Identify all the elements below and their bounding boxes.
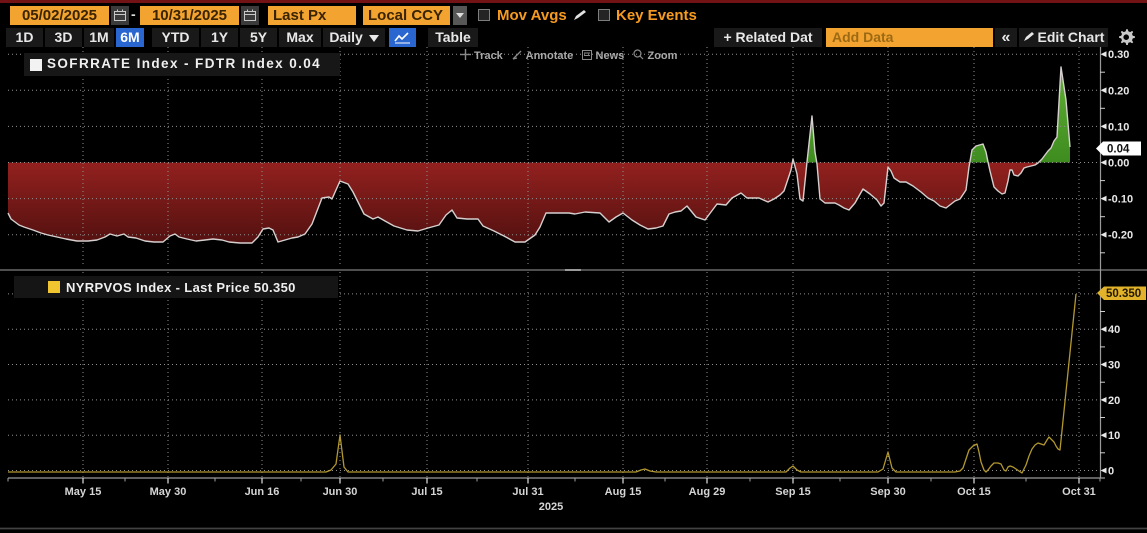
svg-text:Jun 30: Jun 30 — [323, 486, 358, 498]
svg-text:Sep 15: Sep 15 — [775, 486, 810, 498]
svg-text:Sep 30: Sep 30 — [870, 486, 905, 498]
svg-text:20: 20 — [1108, 395, 1120, 407]
svg-text:40: 40 — [1108, 324, 1120, 336]
svg-text:50.350: 50.350 — [1106, 288, 1141, 300]
svg-text:Aug 29: Aug 29 — [689, 486, 726, 498]
svg-text:-0.10: -0.10 — [1108, 194, 1133, 206]
svg-text:Jul 31: Jul 31 — [512, 486, 543, 498]
svg-text:0.00: 0.00 — [1108, 158, 1129, 170]
svg-text:May 15: May 15 — [65, 486, 102, 498]
svg-text:0: 0 — [1108, 466, 1114, 478]
svg-text:0.20: 0.20 — [1108, 85, 1129, 97]
svg-text:Oct 15: Oct 15 — [957, 486, 991, 498]
svg-text:0.04: 0.04 — [1107, 144, 1130, 156]
svg-text:Oct 31: Oct 31 — [1062, 486, 1096, 498]
svg-text:-0.20: -0.20 — [1108, 230, 1133, 242]
svg-text:Jul 15: Jul 15 — [411, 486, 442, 498]
svg-text:Aug 15: Aug 15 — [605, 486, 642, 498]
svg-text:0.30: 0.30 — [1108, 49, 1129, 61]
svg-text:May 30: May 30 — [150, 486, 187, 498]
svg-text:0.10: 0.10 — [1108, 121, 1129, 133]
svg-text:Jun 16: Jun 16 — [245, 486, 280, 498]
svg-text:30: 30 — [1108, 360, 1120, 372]
svg-text:10: 10 — [1108, 430, 1120, 442]
svg-text:2025: 2025 — [539, 501, 563, 513]
